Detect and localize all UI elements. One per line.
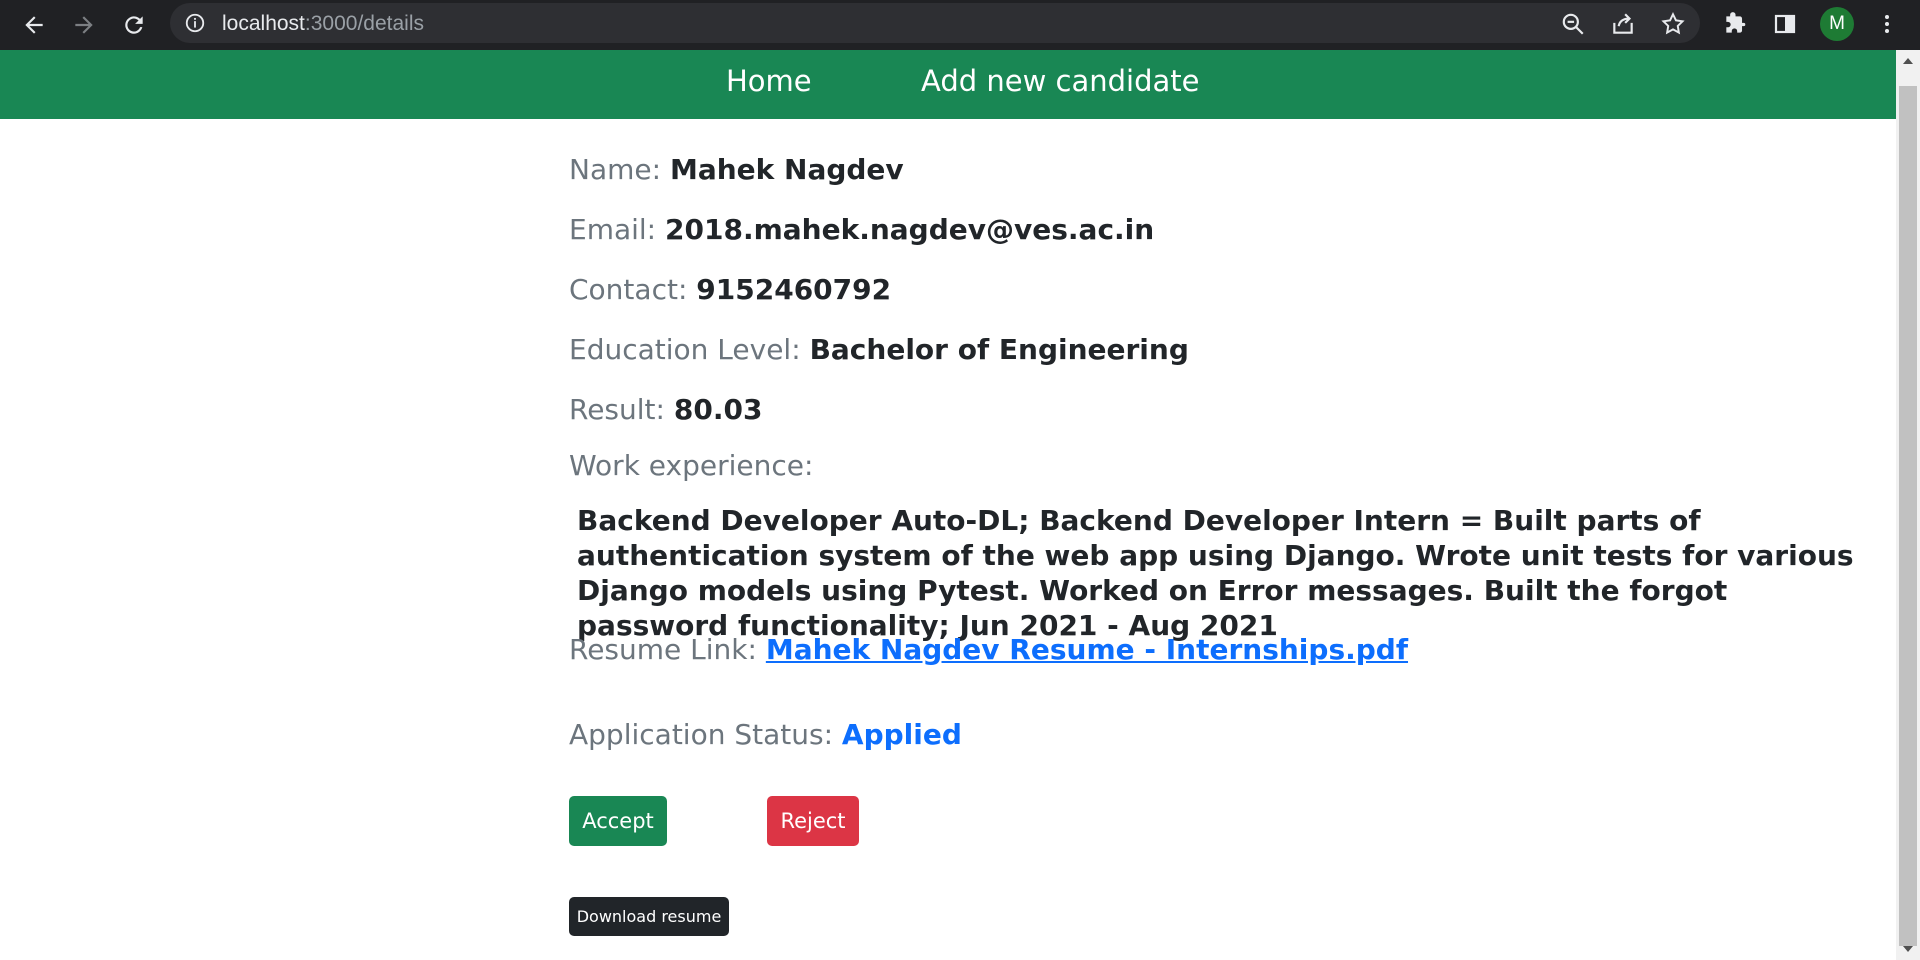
browser-toolbar: localhost:3000/details M [0, 0, 1920, 50]
extensions-button[interactable] [1720, 9, 1750, 39]
side-panel-icon [1774, 14, 1796, 34]
education-value: Bachelor of Engineering [809, 333, 1189, 366]
profile-avatar[interactable]: M [1820, 7, 1854, 41]
url-text[interactable]: localhost:3000/details [222, 12, 424, 36]
contact-label: Contact: [569, 273, 688, 306]
accept-button[interactable]: Accept [569, 796, 667, 846]
contact-row: Contact: 9152460792 [569, 273, 891, 306]
forward-arrow-icon [75, 16, 93, 34]
result-value: 80.03 [673, 393, 763, 426]
back-arrow-icon [25, 16, 43, 34]
name-value: Mahek Nagdev [669, 153, 904, 186]
page-scrollbar[interactable] [1896, 50, 1920, 960]
education-label: Education Level: [569, 333, 801, 366]
url-host: localhost [222, 12, 305, 35]
work-experience-label: Work experience: [569, 449, 814, 482]
reload-button[interactable] [118, 9, 150, 41]
reject-button[interactable]: Reject [767, 796, 859, 846]
result-label: Result: [569, 393, 665, 426]
scroll-down-arrow-icon[interactable] [1903, 946, 1913, 952]
work-experience-value: Backend Developer Auto-DL; Backend Devel… [577, 504, 1854, 642]
download-resume-button[interactable]: Download resume [569, 897, 729, 936]
name-row: Name: Mahek Nagdev [569, 153, 904, 186]
forward-button[interactable] [68, 9, 100, 41]
resume-label: Resume Link: [569, 633, 757, 666]
education-row: Education Level: Bachelor of Engineering [569, 333, 1189, 366]
back-button[interactable] [18, 9, 50, 41]
nav-home-link[interactable]: Home [726, 64, 812, 98]
side-panel-button[interactable] [1770, 9, 1800, 39]
reload-icon [125, 16, 143, 34]
status-row: Application Status: Applied [569, 718, 962, 751]
scroll-thumb[interactable] [1899, 86, 1917, 946]
puzzle-icon [1726, 12, 1746, 33]
work-label-row: Work experience: [569, 449, 813, 482]
share-icon[interactable] [1610, 11, 1636, 37]
app-navbar: Home Add new candidate [0, 50, 1896, 119]
scroll-up-arrow-icon[interactable] [1903, 58, 1913, 64]
menu-button[interactable] [1872, 9, 1902, 39]
email-row: Email: 2018.mahek.nagdev@ves.ac.in [569, 213, 1154, 246]
nav-add-candidate-link[interactable]: Add new candidate [921, 64, 1199, 98]
resume-row: Resume Link: Mahek Nagdev Resume - Inter… [569, 633, 1408, 666]
zoom-icon[interactable] [1560, 11, 1586, 37]
result-row: Result: 80.03 [569, 393, 762, 426]
address-bar[interactable]: localhost:3000/details [170, 3, 1700, 43]
info-icon[interactable] [184, 12, 206, 34]
email-value: 2018.mahek.nagdev@ves.ac.in [665, 213, 1155, 246]
status-value: Applied [841, 718, 962, 751]
resume-link[interactable]: Mahek Nagdev Resume - Internships.pdf [766, 633, 1408, 666]
bookmark-star-icon[interactable] [1660, 11, 1686, 37]
contact-value: 9152460792 [696, 273, 892, 306]
kebab-menu-icon [1885, 15, 1889, 33]
url-path: :3000/details [304, 12, 424, 35]
name-label: Name: [569, 153, 662, 186]
email-label: Email: [569, 213, 657, 246]
status-label: Application Status: [569, 718, 834, 751]
